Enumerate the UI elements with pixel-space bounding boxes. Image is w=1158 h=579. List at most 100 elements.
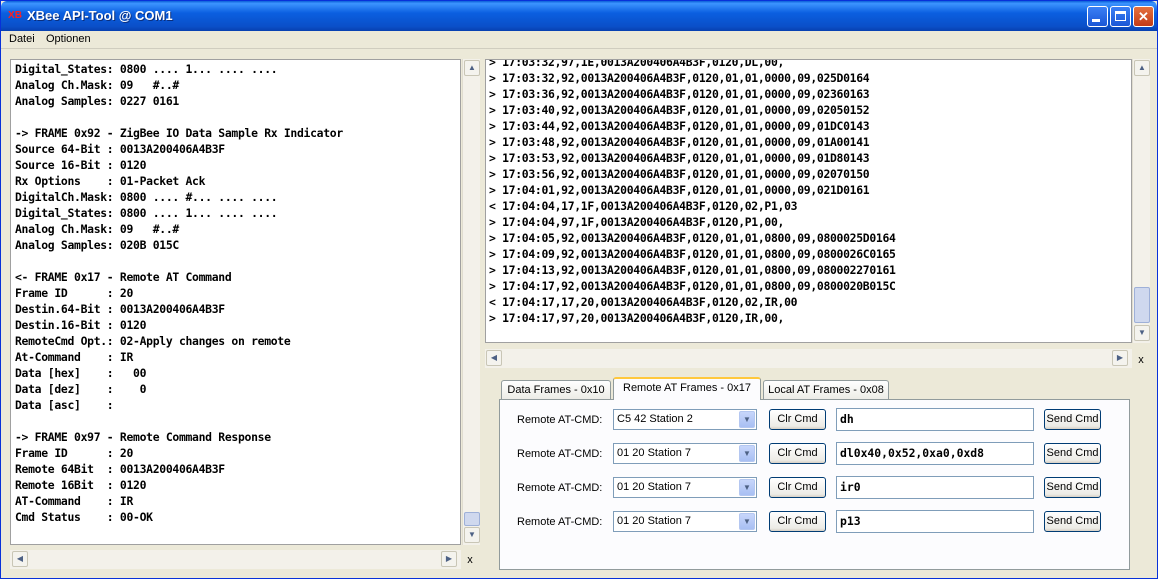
right-vertical-scrollbar[interactable]: ▲ ▼	[1132, 59, 1150, 343]
log-line: Rx Options : 01-Packet Ack	[15, 174, 206, 188]
minimize-button[interactable]	[1087, 6, 1108, 27]
history-line: > 17:03:40,92,0013A200406A4B3F,0120,01,0…	[489, 103, 870, 117]
at-command-input[interactable]: ir0	[836, 476, 1034, 499]
scroll-left-icon[interactable]: ◀	[12, 551, 28, 567]
remote-at-cmd-label: Remote AT-CMD:	[517, 448, 603, 460]
right-scroll-thumb[interactable]	[1134, 287, 1150, 323]
clear-cmd-button[interactable]: Clr Cmd	[769, 443, 826, 464]
title-bar[interactable]: XB XBee API-Tool @ COM1 ✕	[1, 1, 1157, 31]
log-line: Analog Samples: 020B 015C	[15, 238, 179, 252]
app-window: XB XBee API-Tool @ COM1 ✕ Datei Optionen…	[0, 0, 1158, 579]
history-line: < 17:04:17,17,20,0013A200406A4B3F,0120,0…	[489, 295, 798, 309]
log-line: Remote 16Bit : 0120	[15, 478, 147, 492]
history-line: > 17:04:17,97,20,0013A200406A4B3F,0120,I…	[489, 311, 785, 325]
at-command-input[interactable]: dh	[836, 408, 1034, 431]
close-button[interactable]: ✕	[1133, 6, 1154, 27]
scroll-down-icon[interactable]: ▼	[464, 527, 480, 543]
right-clear-button[interactable]: x	[1134, 352, 1148, 368]
station-select[interactable]: 01 20 Station 7 ▼	[613, 477, 757, 498]
frame-history-log[interactable]: > 17:03:32,97,1E,0013A200406A4B3F,0120,D…	[485, 59, 1132, 343]
history-line: > 17:04:13,92,0013A200406A4B3F,0120,01,0…	[489, 263, 896, 277]
log-line: Destin.16-Bit : 0120	[15, 318, 147, 332]
station-select[interactable]: 01 20 Station 7 ▼	[613, 511, 757, 532]
right-horizontal-scrollbar[interactable]: ◀ ▶	[485, 349, 1132, 368]
at-command-input[interactable]: dl0x40,0x52,0xa0,0xd8	[836, 442, 1034, 465]
clear-cmd-button[interactable]: Clr Cmd	[769, 477, 826, 498]
tab-data-frames[interactable]: Data Frames - 0x10	[501, 380, 611, 400]
left-clear-button[interactable]: x	[463, 552, 477, 568]
scroll-up-icon[interactable]: ▲	[1134, 60, 1150, 76]
station-select[interactable]: 01 20 Station 7 ▼	[613, 443, 757, 464]
log-line: <- FRAME 0x17 - Remote AT Command	[15, 270, 232, 284]
remote-at-cmd-label: Remote AT-CMD:	[517, 516, 603, 528]
station-select[interactable]: C5 42 Station 2 ▼	[613, 409, 757, 430]
scroll-right-icon[interactable]: ▶	[441, 551, 457, 567]
station-select-value: 01 20 Station 7	[617, 447, 692, 459]
log-line: Remote 64Bit : 0013A200406A4B3F	[15, 462, 225, 476]
close-icon: ✕	[1138, 9, 1149, 24]
clear-cmd-button[interactable]: Clr Cmd	[769, 409, 826, 430]
station-select-value: C5 42 Station 2	[617, 413, 693, 425]
history-line: > 17:04:05,92,0013A200406A4B3F,0120,01,0…	[489, 231, 896, 245]
history-line: > 17:03:32,97,1E,0013A200406A4B3F,0120,D…	[489, 59, 785, 69]
tab-local-at-frames[interactable]: Local AT Frames - 0x08	[763, 380, 889, 400]
menu-bar: Datei Optionen	[1, 31, 1157, 49]
log-line: Frame ID : 20	[15, 286, 134, 300]
history-line: > 17:03:32,92,0013A200406A4B3F,0120,01,0…	[489, 71, 870, 85]
log-line: DigitalCh.Mask: 0800 .... #... .... ....	[15, 190, 278, 204]
menu-optionen[interactable]: Optionen	[46, 33, 91, 45]
log-line: -> FRAME 0x92 - ZigBee IO Data Sample Rx…	[15, 126, 343, 140]
history-line: > 17:04:01,92,0013A200406A4B3F,0120,01,0…	[489, 183, 870, 197]
history-line: > 17:03:44,92,0013A200406A4B3F,0120,01,0…	[489, 119, 870, 133]
chevron-down-icon[interactable]: ▼	[739, 411, 755, 428]
send-cmd-button[interactable]: Send Cmd	[1044, 443, 1101, 464]
window-title: XBee API-Tool @ COM1	[27, 8, 173, 23]
station-select-value: 01 20 Station 7	[617, 515, 692, 527]
chevron-down-icon[interactable]: ▼	[739, 445, 755, 462]
left-scroll-thumb[interactable]	[464, 512, 480, 526]
log-line: Frame ID : 20	[15, 446, 134, 460]
send-cmd-button[interactable]: Send Cmd	[1044, 511, 1101, 532]
log-line: Destin.64-Bit : 0013A200406A4B3F	[15, 302, 225, 316]
scroll-right-icon[interactable]: ▶	[1112, 350, 1128, 366]
history-line: > 17:03:36,92,0013A200406A4B3F,0120,01,0…	[489, 87, 870, 101]
minimize-icon	[1092, 19, 1100, 22]
station-select-value: 01 20 Station 7	[617, 481, 692, 493]
history-line: > 17:04:09,92,0013A200406A4B3F,0120,01,0…	[489, 247, 896, 261]
log-line: Source 64-Bit : 0013A200406A4B3F	[15, 142, 225, 156]
frame-detail-text: Digital_States: 0800 .... 1... .... ....…	[15, 61, 343, 525]
maximize-button[interactable]	[1110, 6, 1131, 27]
at-command-input[interactable]: p13	[836, 510, 1034, 533]
history-line: > 17:03:48,92,0013A200406A4B3F,0120,01,0…	[489, 135, 870, 149]
chevron-down-icon[interactable]: ▼	[739, 479, 755, 496]
maximize-icon	[1115, 11, 1126, 21]
log-line: Analog Ch.Mask: 09 #..#	[15, 222, 179, 236]
history-line: > 17:03:53,92,0013A200406A4B3F,0120,01,0…	[489, 151, 870, 165]
send-cmd-button[interactable]: Send Cmd	[1044, 409, 1101, 430]
remote-at-cmd-label: Remote AT-CMD:	[517, 414, 603, 426]
log-line: Analog Samples: 0227 0161	[15, 94, 179, 108]
log-line: RemoteCmd Opt.: 02-Apply changes on remo…	[15, 334, 291, 348]
log-line: Data [hex] : 00	[15, 366, 147, 380]
send-cmd-button[interactable]: Send Cmd	[1044, 477, 1101, 498]
log-line: At-Command : IR	[15, 350, 134, 364]
scroll-down-icon[interactable]: ▼	[1134, 325, 1150, 341]
log-line: Analog Ch.Mask: 09 #..#	[15, 78, 179, 92]
frame-detail-log[interactable]: Digital_States: 0800 .... 1... .... ....…	[10, 59, 461, 545]
chevron-down-icon[interactable]: ▼	[739, 513, 755, 530]
log-line: Digital_States: 0800 .... 1... .... ....	[15, 206, 278, 220]
left-horizontal-scrollbar[interactable]: ◀ ▶	[10, 550, 461, 569]
scroll-up-icon[interactable]: ▲	[464, 60, 480, 76]
clear-cmd-button[interactable]: Clr Cmd	[769, 511, 826, 532]
remote-at-cmd-label: Remote AT-CMD:	[517, 482, 603, 494]
log-line: Data [asc] :	[15, 398, 114, 412]
tab-remote-at-frames[interactable]: Remote AT Frames - 0x17	[613, 377, 761, 400]
left-vertical-scrollbar[interactable]: ▲ ▼	[462, 59, 480, 545]
history-line: > 17:03:56,92,0013A200406A4B3F,0120,01,0…	[489, 167, 870, 181]
log-line: -> FRAME 0x97 - Remote Command Response	[15, 430, 271, 444]
menu-datei[interactable]: Datei	[9, 33, 35, 45]
history-line: < 17:04:04,17,1F,0013A200406A4B3F,0120,0…	[489, 199, 798, 213]
scroll-left-icon[interactable]: ◀	[486, 350, 502, 366]
